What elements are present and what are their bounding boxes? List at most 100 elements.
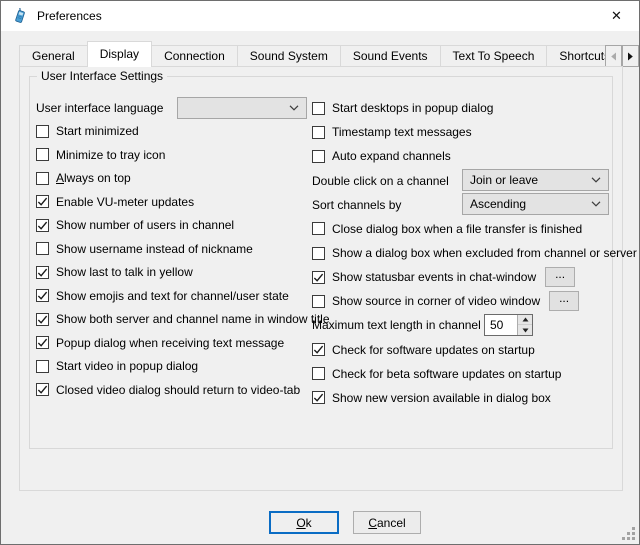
ok-button[interactable]: Ok [269,511,339,534]
checkbox[interactable] [36,125,49,138]
settings-row: Auto expand channels [312,144,612,168]
checkbox[interactable] [312,247,325,260]
checkbox[interactable] [36,383,49,396]
checkmark-icon [37,337,48,348]
tab-text-to-speech[interactable]: Text To Speech [440,45,548,67]
field-label: Sort channels by [312,198,401,212]
triangle-up-icon [522,317,529,322]
checkbox[interactable] [312,343,325,356]
checkbox-label: Closed video dialog should return to vid… [56,383,300,397]
checkbox-label: Show statusbar events in chat-window [332,270,536,284]
checkbox[interactable] [312,367,325,380]
settings-row: Close dialog box when a file transfer is… [312,217,612,241]
checkbox[interactable] [36,148,49,161]
checkmark-icon [37,220,48,231]
spinbox[interactable]: 50 [484,314,533,336]
window-title: Preferences [37,9,102,23]
settings-row: Show last to talk in yellow [36,261,308,285]
checkbox-label: Timestamp text messages [332,125,472,139]
checkbox[interactable] [312,271,325,284]
checkbox[interactable] [312,391,325,404]
dropdown[interactable]: Join or leave [462,169,609,191]
checkbox[interactable] [36,289,49,302]
checkbox-label: Show a dialog box when excluded from cha… [332,246,637,260]
triangle-left-icon [610,52,617,61]
checkbox[interactable] [36,195,49,208]
spinbox-buttons [517,315,532,335]
checkmark-icon [37,290,48,301]
checkbox[interactable] [36,219,49,232]
spin-up-button[interactable] [518,315,532,326]
checkbox[interactable] [312,222,325,235]
tab-bar: GeneralDisplayConnectionSound SystemSoun… [19,31,605,67]
settings-row: Show number of users in channel [36,214,308,238]
ellipsis-button[interactable]: ... [549,291,579,311]
checkbox[interactable] [312,126,325,139]
settings-row: Minimize to tray icon [36,143,308,167]
checkbox[interactable] [312,102,325,115]
chevron-down-icon [591,177,601,183]
spinbox-value: 50 [485,315,517,335]
checkbox[interactable] [312,295,325,308]
checkbox[interactable] [36,266,49,279]
settings-row: Show new version available in dialog box [312,386,612,410]
checkbox-label: Show last to talk in yellow [56,265,193,279]
checkbox-label: Always on top [56,171,131,185]
dropdown[interactable]: Ascending [462,193,609,215]
checkbox-label: Minimize to tray icon [56,148,165,162]
resize-grip[interactable] [622,527,635,540]
close-button[interactable]: ✕ [594,1,639,31]
settings-row: User interface language [36,96,308,120]
settings-row: Closed video dialog should return to vid… [36,378,308,402]
checkmark-icon [37,384,48,395]
checkbox-label: Check for software updates on startup [332,343,535,357]
checkbox-label: Show source in corner of video window [332,294,540,308]
tab-scroll-right-button[interactable] [622,45,639,67]
settings-row: Popup dialog when receiving text message [36,331,308,355]
tab-sound-system[interactable]: Sound System [237,45,341,67]
tab-scroll-left-button[interactable] [605,45,622,67]
checkbox[interactable] [36,336,49,349]
checkbox-label: Start video in popup dialog [56,359,198,373]
field-label: User interface language [36,101,163,115]
checkmark-icon [313,344,324,355]
checkbox-label: Close dialog box when a file transfer is… [332,222,582,236]
checkbox-label: Popup dialog when receiving text message [56,336,284,350]
titlebar: Preferences ✕ [1,1,639,31]
triangle-right-icon [627,52,634,61]
checkmark-icon [37,267,48,278]
tab-connection[interactable]: Connection [151,45,238,67]
settings-row: Show statusbar events in chat-window... [312,265,612,289]
tab-display[interactable]: Display [87,41,152,67]
checkbox-label: Start minimized [56,124,139,138]
tab-general[interactable]: General [19,45,88,67]
checkbox[interactable] [36,242,49,255]
settings-row: Start desktops in popup dialog [312,96,612,120]
settings-row: Always on top [36,167,308,191]
settings-row: Check for beta software updates on start… [312,362,612,386]
checkbox-label: Show both server and channel name in win… [56,312,330,326]
checkbox[interactable] [36,172,49,185]
checkbox-label: Start desktops in popup dialog [332,101,493,115]
checkbox[interactable] [312,150,325,163]
ok-button-label: Ok [296,516,311,530]
checkbox-label: Auto expand channels [332,149,451,163]
dropdown[interactable] [177,97,307,119]
checkbox-label: Show username instead of nickname [56,242,253,256]
checkmark-icon [37,196,48,207]
tab-shortcuts[interactable]: Shortcuts [546,45,605,67]
spin-down-button[interactable] [518,325,532,335]
tab-content-pane: User Interface Settings User interface l… [19,66,623,491]
checkbox-label: Show number of users in channel [56,218,234,232]
settings-column-right: Start desktops in popup dialog Timestamp … [312,96,612,410]
ellipsis-button[interactable]: ... [545,267,575,287]
cancel-button[interactable]: Cancel [353,511,421,534]
field-label: Double click on a channel [312,174,449,188]
dropdown-value: Ascending [470,197,591,211]
settings-row: Timestamp text messages [312,120,612,144]
chevron-down-icon [289,105,299,111]
checkbox[interactable] [36,313,49,326]
checkbox-label: Enable VU-meter updates [56,195,194,209]
checkbox[interactable] [36,360,49,373]
tab-sound-events[interactable]: Sound Events [340,45,441,67]
